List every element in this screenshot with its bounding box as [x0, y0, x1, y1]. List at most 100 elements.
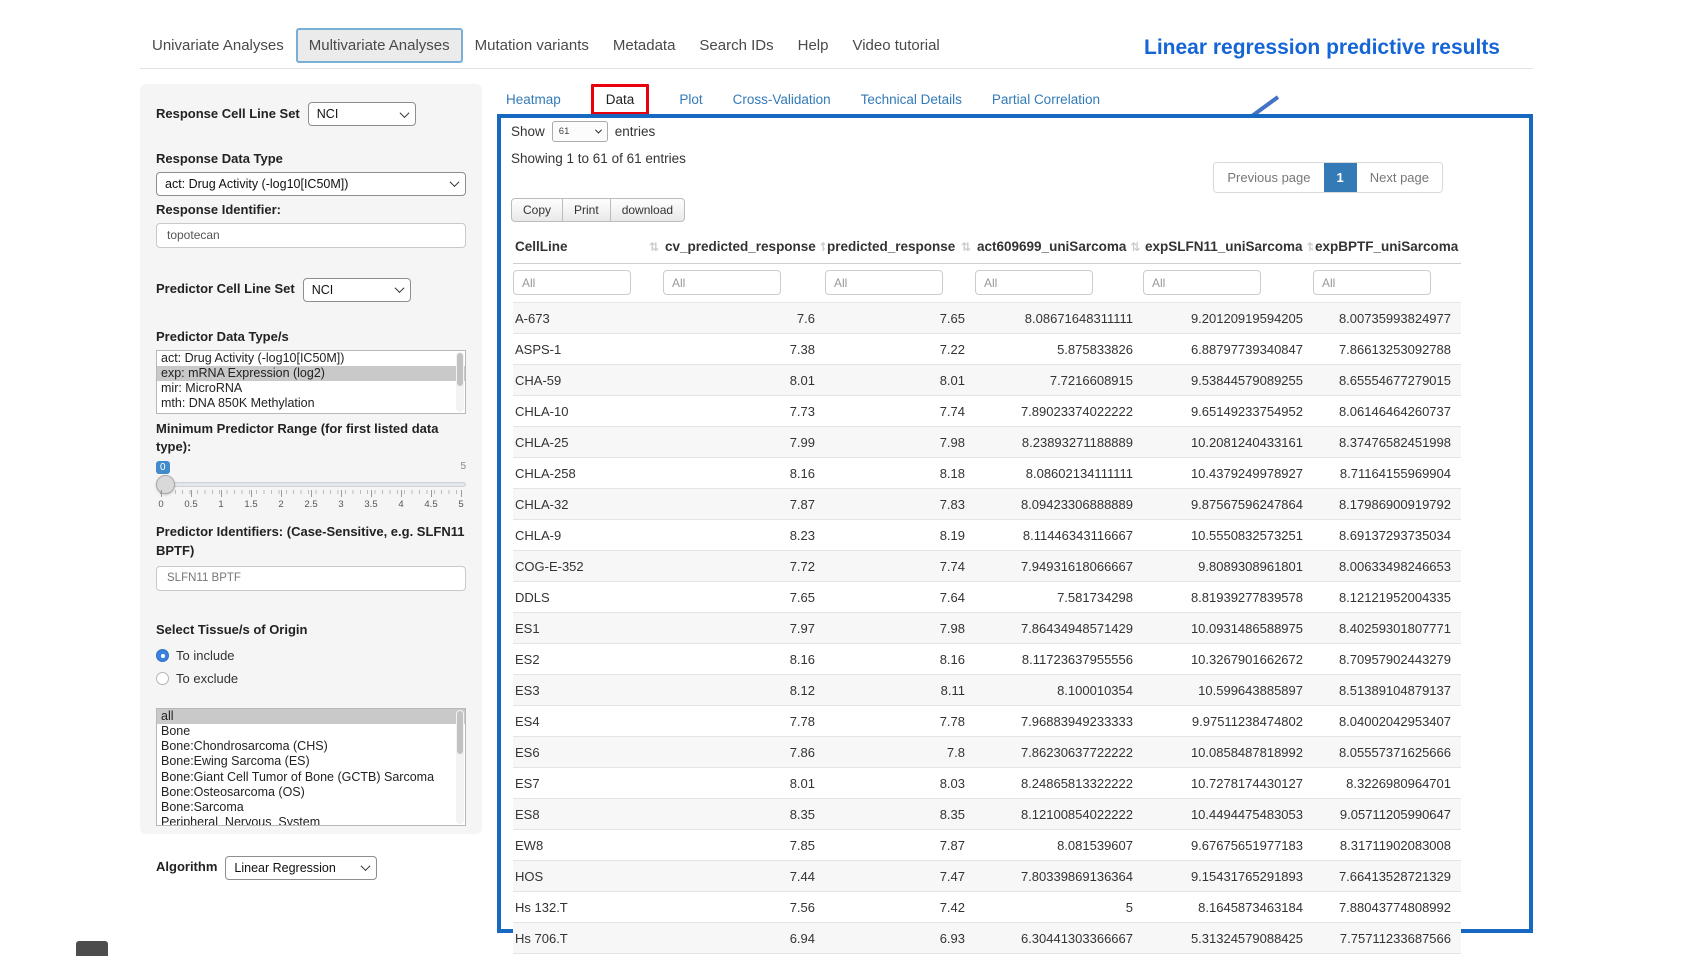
column-header-cv-predicted-response[interactable]: cv_predicted_response⇅ [663, 230, 825, 264]
filter-input-expslfn11-unisarcoma[interactable] [1143, 270, 1261, 295]
tissue-option-all[interactable]: all [157, 709, 465, 724]
column-header-expslfn11-unisarcoma[interactable]: expSLFN11_uniSarcoma⇅ [1143, 230, 1313, 264]
entries-count-select[interactable]: 61 [552, 121, 608, 142]
cell-value: 8.23893271188889 [975, 427, 1143, 458]
result-tabs: Heatmap Data Plot Cross-Validation Technical… [506, 84, 1100, 115]
nav-item-video-tutorial[interactable]: Video tutorial [840, 28, 951, 63]
slider-track[interactable] [156, 482, 466, 487]
cell-value: 7.96883949233333 [975, 706, 1143, 737]
filter-input-act609699-unisarcoma[interactable] [975, 270, 1093, 295]
sort-icon[interactable]: ⇅ [649, 240, 659, 254]
scrollbar[interactable] [456, 352, 464, 412]
table-row: A-6737.67.658.086716483111119.2012091959… [513, 303, 1461, 334]
cell-value: 7.99 [663, 427, 825, 458]
radio-selected-icon [156, 649, 169, 662]
response-cell-line-set-select[interactable]: NCI [308, 102, 416, 126]
nav-item-help[interactable]: Help [786, 28, 841, 63]
slider-tick-label: 0 [158, 499, 163, 510]
cell-value: 10.7278174430127 [1143, 768, 1313, 799]
predictor-data-type-option-mth-dna-850k-methylation[interactable]: mth: DNA 850K Methylation [157, 396, 465, 411]
slider-tick: 3 [336, 490, 346, 510]
slider-tickmark-icon [431, 490, 432, 497]
nav-item-metadata[interactable]: Metadata [601, 28, 688, 63]
table-row: DDLS7.657.647.5817342988.819392778395788… [513, 582, 1461, 613]
download-button[interactable]: download [610, 198, 685, 222]
cell-value: 8.51389104879137 [1313, 675, 1461, 706]
response-identifier-input[interactable] [156, 223, 466, 248]
cell-value: 8.03 [825, 768, 975, 799]
scrollbar[interactable] [456, 710, 464, 824]
cell-value: 7.78 [663, 706, 825, 737]
cell-value: 8.06146464260737 [1313, 396, 1461, 427]
tissue-option-bone-ewing-sarcoma-es[interactable]: Bone:Ewing Sarcoma (ES) [157, 754, 465, 769]
cell-line-name: ES3 [513, 675, 663, 706]
nav-item-mutation-variants[interactable]: Mutation variants [463, 28, 601, 63]
nav-item-search-ids[interactable]: Search IDs [687, 28, 785, 63]
cell-value: 9.97511238474802 [1143, 706, 1313, 737]
sort-icon[interactable]: ⇅ [820, 240, 825, 254]
predictor-data-type-option-act-drug-activity-log10-ic50m[interactable]: act: Drug Activity (-log10[IC50M]) [157, 351, 465, 366]
predictor-data-types-listbox[interactable]: act: Drug Activity (-log10[IC50M])exp: m… [156, 350, 466, 414]
filter-input-predicted-response[interactable] [825, 270, 943, 295]
tissue-origin-label: Select Tissue/s of Origin [156, 621, 466, 640]
tissue-listbox[interactable]: allBoneBone:Chondrosarcoma (CHS)Bone:Ewi… [156, 708, 466, 826]
tab-plot[interactable]: Plot [679, 92, 702, 107]
previous-page-button[interactable]: Previous page [1214, 163, 1323, 192]
tissue-option-bone[interactable]: Bone [157, 724, 465, 739]
tab-technical-details[interactable]: Technical Details [861, 92, 962, 107]
predictor-data-type-option-exp-mrna-expression-log2[interactable]: exp: mRNA Expression (log2) [157, 366, 465, 381]
cell-value: 7.94931618066667 [975, 551, 1143, 582]
tissue-exclude-radio[interactable]: To exclude [156, 671, 466, 686]
entries-label: entries [615, 124, 656, 139]
filter-input-cv-predicted-response[interactable] [663, 270, 781, 295]
column-header-act609699-unisarcoma[interactable]: act609699_uniSarcoma⇅ [975, 230, 1143, 264]
next-page-button[interactable]: Next page [1357, 163, 1442, 192]
cell-value: 7.56 [663, 892, 825, 923]
cell-line-name: COG-E-352 [513, 551, 663, 582]
cell-value: 7.65 [825, 303, 975, 334]
nav-item-multivariate-analyses[interactable]: Multivariate Analyses [296, 28, 463, 63]
cell-value: 7.38 [663, 334, 825, 365]
sort-icon[interactable]: ⇅ [1307, 240, 1313, 254]
sort-icon[interactable]: ⇅ [1130, 240, 1140, 254]
page-1-button[interactable]: 1 [1324, 163, 1357, 192]
slider-value-badge: 0 [156, 461, 170, 474]
filter-cell [825, 264, 975, 303]
cell-value: 7.8 [825, 737, 975, 768]
nav-item-univariate-analyses[interactable]: Univariate Analyses [140, 28, 296, 63]
copy-button[interactable]: Copy [511, 198, 563, 222]
tissue-include-radio[interactable]: To include [156, 648, 466, 663]
response-data-type-select[interactable]: act: Drug Activity (-log10[IC50M]) [156, 172, 466, 196]
sort-icon[interactable]: ⇅ [961, 240, 971, 254]
table-row: ES17.977.987.8643494857142910.0931486588… [513, 613, 1461, 644]
algorithm-select[interactable]: Linear Regression [225, 856, 377, 880]
tissue-option-bone-sarcoma[interactable]: Bone:Sarcoma [157, 800, 465, 815]
filter-input-cellline[interactable] [513, 270, 631, 295]
column-header-expbptf-unisarcoma[interactable]: expBPTF_uniSarcoma⇅ [1313, 230, 1461, 264]
cell-value: 8.31711902083008 [1313, 830, 1461, 861]
predictor-cell-line-set-select[interactable]: NCI [303, 278, 411, 302]
cell-value: 10.0931486588975 [1143, 613, 1313, 644]
table-row: ES38.128.118.10001035410.5996438858978.5… [513, 675, 1461, 706]
tab-cross-validation[interactable]: Cross-Validation [733, 92, 831, 107]
tissue-option-bone-chondrosarcoma-chs[interactable]: Bone:Chondrosarcoma (CHS) [157, 739, 465, 754]
cell-value: 5.875833826 [975, 334, 1143, 365]
predictor-data-type-option-mir-microrna[interactable]: mir: MicroRNA [157, 381, 465, 396]
filter-input-expbptf-unisarcoma[interactable] [1313, 270, 1431, 295]
tissue-option-bone-giant-cell-tumor-of-bone-gctb-sarcoma[interactable]: Bone:Giant Cell Tumor of Bone (GCTB) Sar… [157, 770, 465, 785]
cell-value: 10.2081240433161 [1143, 427, 1313, 458]
cell-value: 5.31324579088425 [1143, 923, 1313, 954]
tab-data[interactable]: Data [591, 84, 650, 115]
tab-partial-correlation[interactable]: Partial Correlation [992, 92, 1100, 107]
predictor-identifiers-input[interactable] [156, 566, 466, 591]
column-header-predicted-response[interactable]: predicted_response⇅ [825, 230, 975, 264]
slider-tick: 1 [216, 490, 226, 510]
column-header-cellline[interactable]: CellLine⇅ [513, 230, 663, 264]
cell-value: 8.11446343116667 [975, 520, 1143, 551]
print-button[interactable]: Print [562, 198, 611, 222]
tissue-option-peripheral-nervous-system[interactable]: Peripheral_Nervous_System [157, 815, 465, 826]
tissue-option-bone-osteosarcoma-os[interactable]: Bone:Osteosarcoma (OS) [157, 785, 465, 800]
slider-tick: 5 [456, 490, 466, 510]
tab-heatmap[interactable]: Heatmap [506, 92, 561, 107]
cell-value: 9.67675651977183 [1143, 830, 1313, 861]
